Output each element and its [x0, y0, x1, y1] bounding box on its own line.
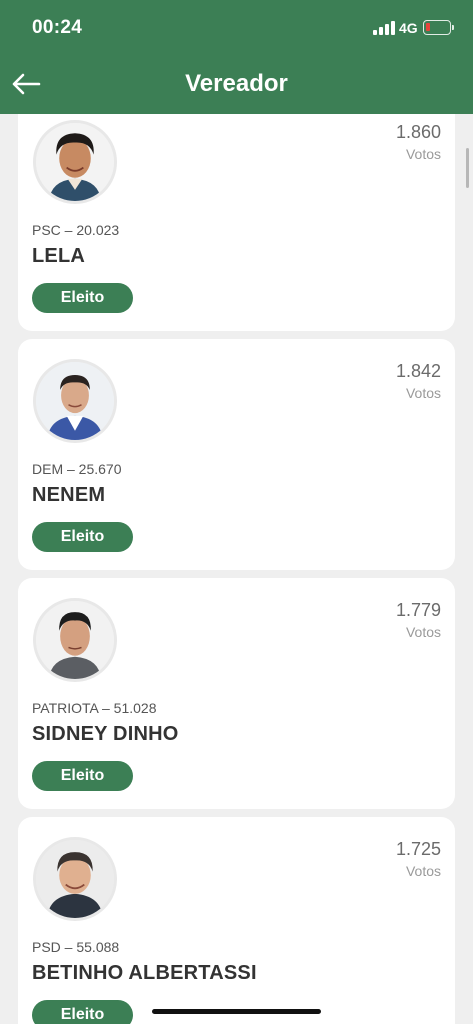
votes-count: 1.860 Votos — [396, 122, 441, 162]
party-number: PATRIOTA – 51.028 — [32, 700, 157, 716]
votes-count: 1.725 Votos — [396, 839, 441, 879]
votes-number: 1.725 — [395, 839, 441, 859]
candidate-name: BETINHO ALBERTASSI — [32, 962, 257, 984]
status-badge: Eleito — [32, 761, 133, 791]
votes-number: 1.860 — [395, 122, 441, 142]
battery-icon — [423, 20, 454, 35]
party-number: PSC – 20.023 — [32, 222, 120, 238]
status-badge: Eleito — [32, 283, 133, 313]
avatar — [33, 359, 117, 443]
network-type: 4G — [399, 20, 418, 36]
votes-label: Votos — [405, 385, 441, 401]
candidate-card[interactable]: 1.725 Votos PSD – 55.088 BETINHO ALBERTA… — [18, 817, 455, 1024]
home-indicator[interactable] — [152, 1009, 321, 1014]
votes-label: Votos — [405, 146, 441, 162]
votes-label: Votos — [405, 624, 441, 640]
candidate-card[interactable]: 1.860 Votos PSC – 20.023 LELA Eleito — [18, 114, 455, 331]
status-bar: 00:24 4G — [0, 0, 473, 56]
votes-number: 1.779 — [395, 600, 441, 620]
candidate-name: NENEM — [32, 484, 106, 506]
scrollbar[interactable] — [466, 148, 469, 188]
candidate-list[interactable]: 1.860 Votos PSC – 20.023 LELA Eleito 1.8… — [0, 114, 473, 1024]
avatar — [33, 598, 117, 682]
candidate-card[interactable]: 1.779 Votos PATRIOTA – 51.028 SIDNEY DIN… — [18, 578, 455, 809]
votes-count: 1.842 Votos — [396, 361, 441, 401]
candidate-name: LELA — [32, 245, 86, 267]
status-badge: Eleito — [32, 1000, 133, 1024]
party-number: DEM – 25.670 — [32, 461, 122, 477]
page-title: Vereador — [185, 70, 288, 97]
candidate-name: SIDNEY DINHO — [32, 723, 179, 745]
votes-number: 1.842 — [395, 361, 441, 381]
votes-count: 1.779 Votos — [396, 600, 441, 640]
candidate-card[interactable]: 1.842 Votos DEM – 25.670 NENEM Eleito — [18, 339, 455, 570]
signal-icon — [373, 21, 395, 35]
status-badge: Eleito — [32, 522, 133, 552]
app-header: 00:24 4G Vereador — [0, 0, 473, 114]
votes-label: Votos — [405, 863, 441, 879]
avatar — [33, 120, 117, 204]
status-time: 00:24 — [32, 17, 83, 38]
avatar — [33, 837, 117, 921]
party-number: PSD – 55.088 — [32, 939, 120, 955]
